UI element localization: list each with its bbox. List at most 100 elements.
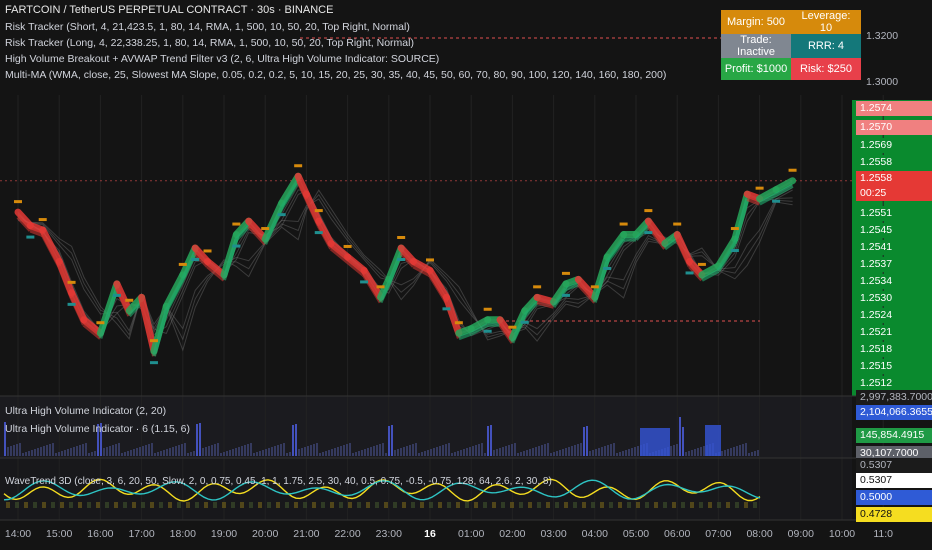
volume-bar xyxy=(631,448,633,456)
wavetrend-band-block xyxy=(438,502,442,508)
time-tick: 16 xyxy=(424,528,436,540)
volume-bar xyxy=(325,451,327,456)
breakout-marker xyxy=(508,325,517,329)
support-marker xyxy=(685,271,694,275)
wavetrend-band-block xyxy=(501,502,505,508)
breakout-marker xyxy=(619,222,628,226)
wavetrend-band-block xyxy=(78,502,82,508)
symbol-title[interactable]: FARTCOIN / TetherUS PERPETUAL CONTRACT ·… xyxy=(5,4,333,16)
volume-bar xyxy=(79,445,81,456)
indicator-multi-ma[interactable]: Multi-MA (WMA, close, 25, Slowest MA Slo… xyxy=(5,69,666,81)
price-tick: 1.2541 xyxy=(856,240,932,255)
volume-bar xyxy=(682,427,684,456)
time-tick: 11:0 xyxy=(873,528,894,540)
time-tick: 03:00 xyxy=(540,528,567,540)
volume-bar xyxy=(748,453,750,456)
volume-bar xyxy=(415,443,417,456)
volume-bar xyxy=(181,444,183,456)
breakout-marker xyxy=(561,271,570,275)
volume-bar xyxy=(514,443,516,456)
volume-bar xyxy=(118,443,120,456)
volume-bar xyxy=(607,445,609,456)
wavetrend-band-block xyxy=(303,502,307,508)
volume-bar xyxy=(634,447,636,456)
volume-bar xyxy=(262,450,264,456)
volume-bar xyxy=(604,446,606,456)
wavetrend-band-block xyxy=(249,502,253,508)
wavetrend-band-block xyxy=(627,502,631,508)
wavetrend-value: 0.4728 xyxy=(856,507,932,522)
wavetrend-band-block xyxy=(735,502,739,508)
support-marker xyxy=(730,249,739,253)
wavetrend-band-block xyxy=(600,502,604,508)
volume-bar xyxy=(502,447,504,456)
volume-bar xyxy=(727,449,729,456)
wavetrend-band-block xyxy=(726,502,730,508)
wavetrend-band-block xyxy=(24,502,28,508)
volume-indicator-label[interactable]: Ultra High Volume Indicator (2, 20) xyxy=(5,405,166,417)
volume-bar xyxy=(703,446,705,456)
wavetrend-band-block xyxy=(681,502,685,508)
wavetrend-band-block xyxy=(609,502,613,508)
volume-bar xyxy=(67,449,69,456)
volume-bar xyxy=(175,446,177,456)
volume-bar xyxy=(553,452,555,456)
time-tick: 17:00 xyxy=(128,528,155,540)
wavetrend-label[interactable]: WaveTrend 3D (close, 3, 6, 20, 50, Slow,… xyxy=(5,476,552,487)
indicator-hv-breakout[interactable]: High Volume Breakout + AVWAP Trend Filte… xyxy=(5,53,439,65)
time-tick: 15:00 xyxy=(46,528,73,540)
price-tick: 1.2551 xyxy=(856,206,932,221)
breakout-marker xyxy=(14,200,22,204)
volume-bar xyxy=(190,452,192,456)
breakout-marker xyxy=(294,164,303,168)
volume-bar xyxy=(109,446,111,456)
wavetrend-band-block xyxy=(105,502,109,508)
breakout-marker xyxy=(67,280,76,284)
volume-bar xyxy=(601,447,603,456)
volume-bar xyxy=(70,448,72,456)
volume-bar xyxy=(106,447,108,456)
wavetrend-band-block xyxy=(69,502,73,508)
volume-bar xyxy=(142,446,144,456)
volume-bar xyxy=(472,446,474,456)
volume-bar xyxy=(184,443,186,456)
wavetrend-band-block xyxy=(231,502,235,508)
volume-bar xyxy=(31,450,33,456)
volume-bar xyxy=(400,448,402,456)
volume-bar xyxy=(430,449,432,456)
support-marker xyxy=(232,244,241,248)
volume-bar xyxy=(442,445,444,456)
breakout-marker xyxy=(38,218,47,222)
time-tick: 02:00 xyxy=(499,528,526,540)
volume-bar xyxy=(424,451,426,456)
time-tick: 08:00 xyxy=(746,528,773,540)
volume-bar xyxy=(223,452,225,456)
volume-indicator-label-2[interactable]: Ultra High Volume Indicator · 6 (1.15, 6… xyxy=(5,423,190,435)
volume-bar xyxy=(346,444,348,456)
time-tick: 04:00 xyxy=(581,528,608,540)
volume-bar xyxy=(61,451,63,456)
volume-bar xyxy=(406,446,408,456)
indicator-risk-long[interactable]: Risk Tracker (Long, 4, 22,338.25, 1, 80,… xyxy=(5,37,414,49)
indicator-risk-short[interactable]: Risk Tracker (Short, 4, 21,423.5, 1, 80,… xyxy=(5,21,410,33)
volume-bar xyxy=(292,425,294,456)
volume-bar xyxy=(463,449,465,456)
volume-bar xyxy=(571,446,573,456)
wavetrend-band-block xyxy=(15,502,19,508)
volume-bar xyxy=(541,445,543,456)
wavetrend-band-block xyxy=(276,502,280,508)
volume-bar xyxy=(76,446,78,456)
volume-bar xyxy=(238,447,240,456)
volume-bar xyxy=(229,450,231,456)
support-marker xyxy=(603,266,612,270)
volume-bar xyxy=(157,452,159,456)
wavetrend-band-block xyxy=(375,502,379,508)
volume-bar xyxy=(562,449,564,456)
wavetrend-band-block xyxy=(519,502,523,508)
volume-bar xyxy=(628,449,630,456)
price-tick: 1.3200 xyxy=(866,30,899,42)
chart-canvas[interactable] xyxy=(0,0,932,550)
breakout-marker xyxy=(149,339,158,343)
volume-bar xyxy=(211,445,213,456)
breakout-marker xyxy=(730,227,739,231)
